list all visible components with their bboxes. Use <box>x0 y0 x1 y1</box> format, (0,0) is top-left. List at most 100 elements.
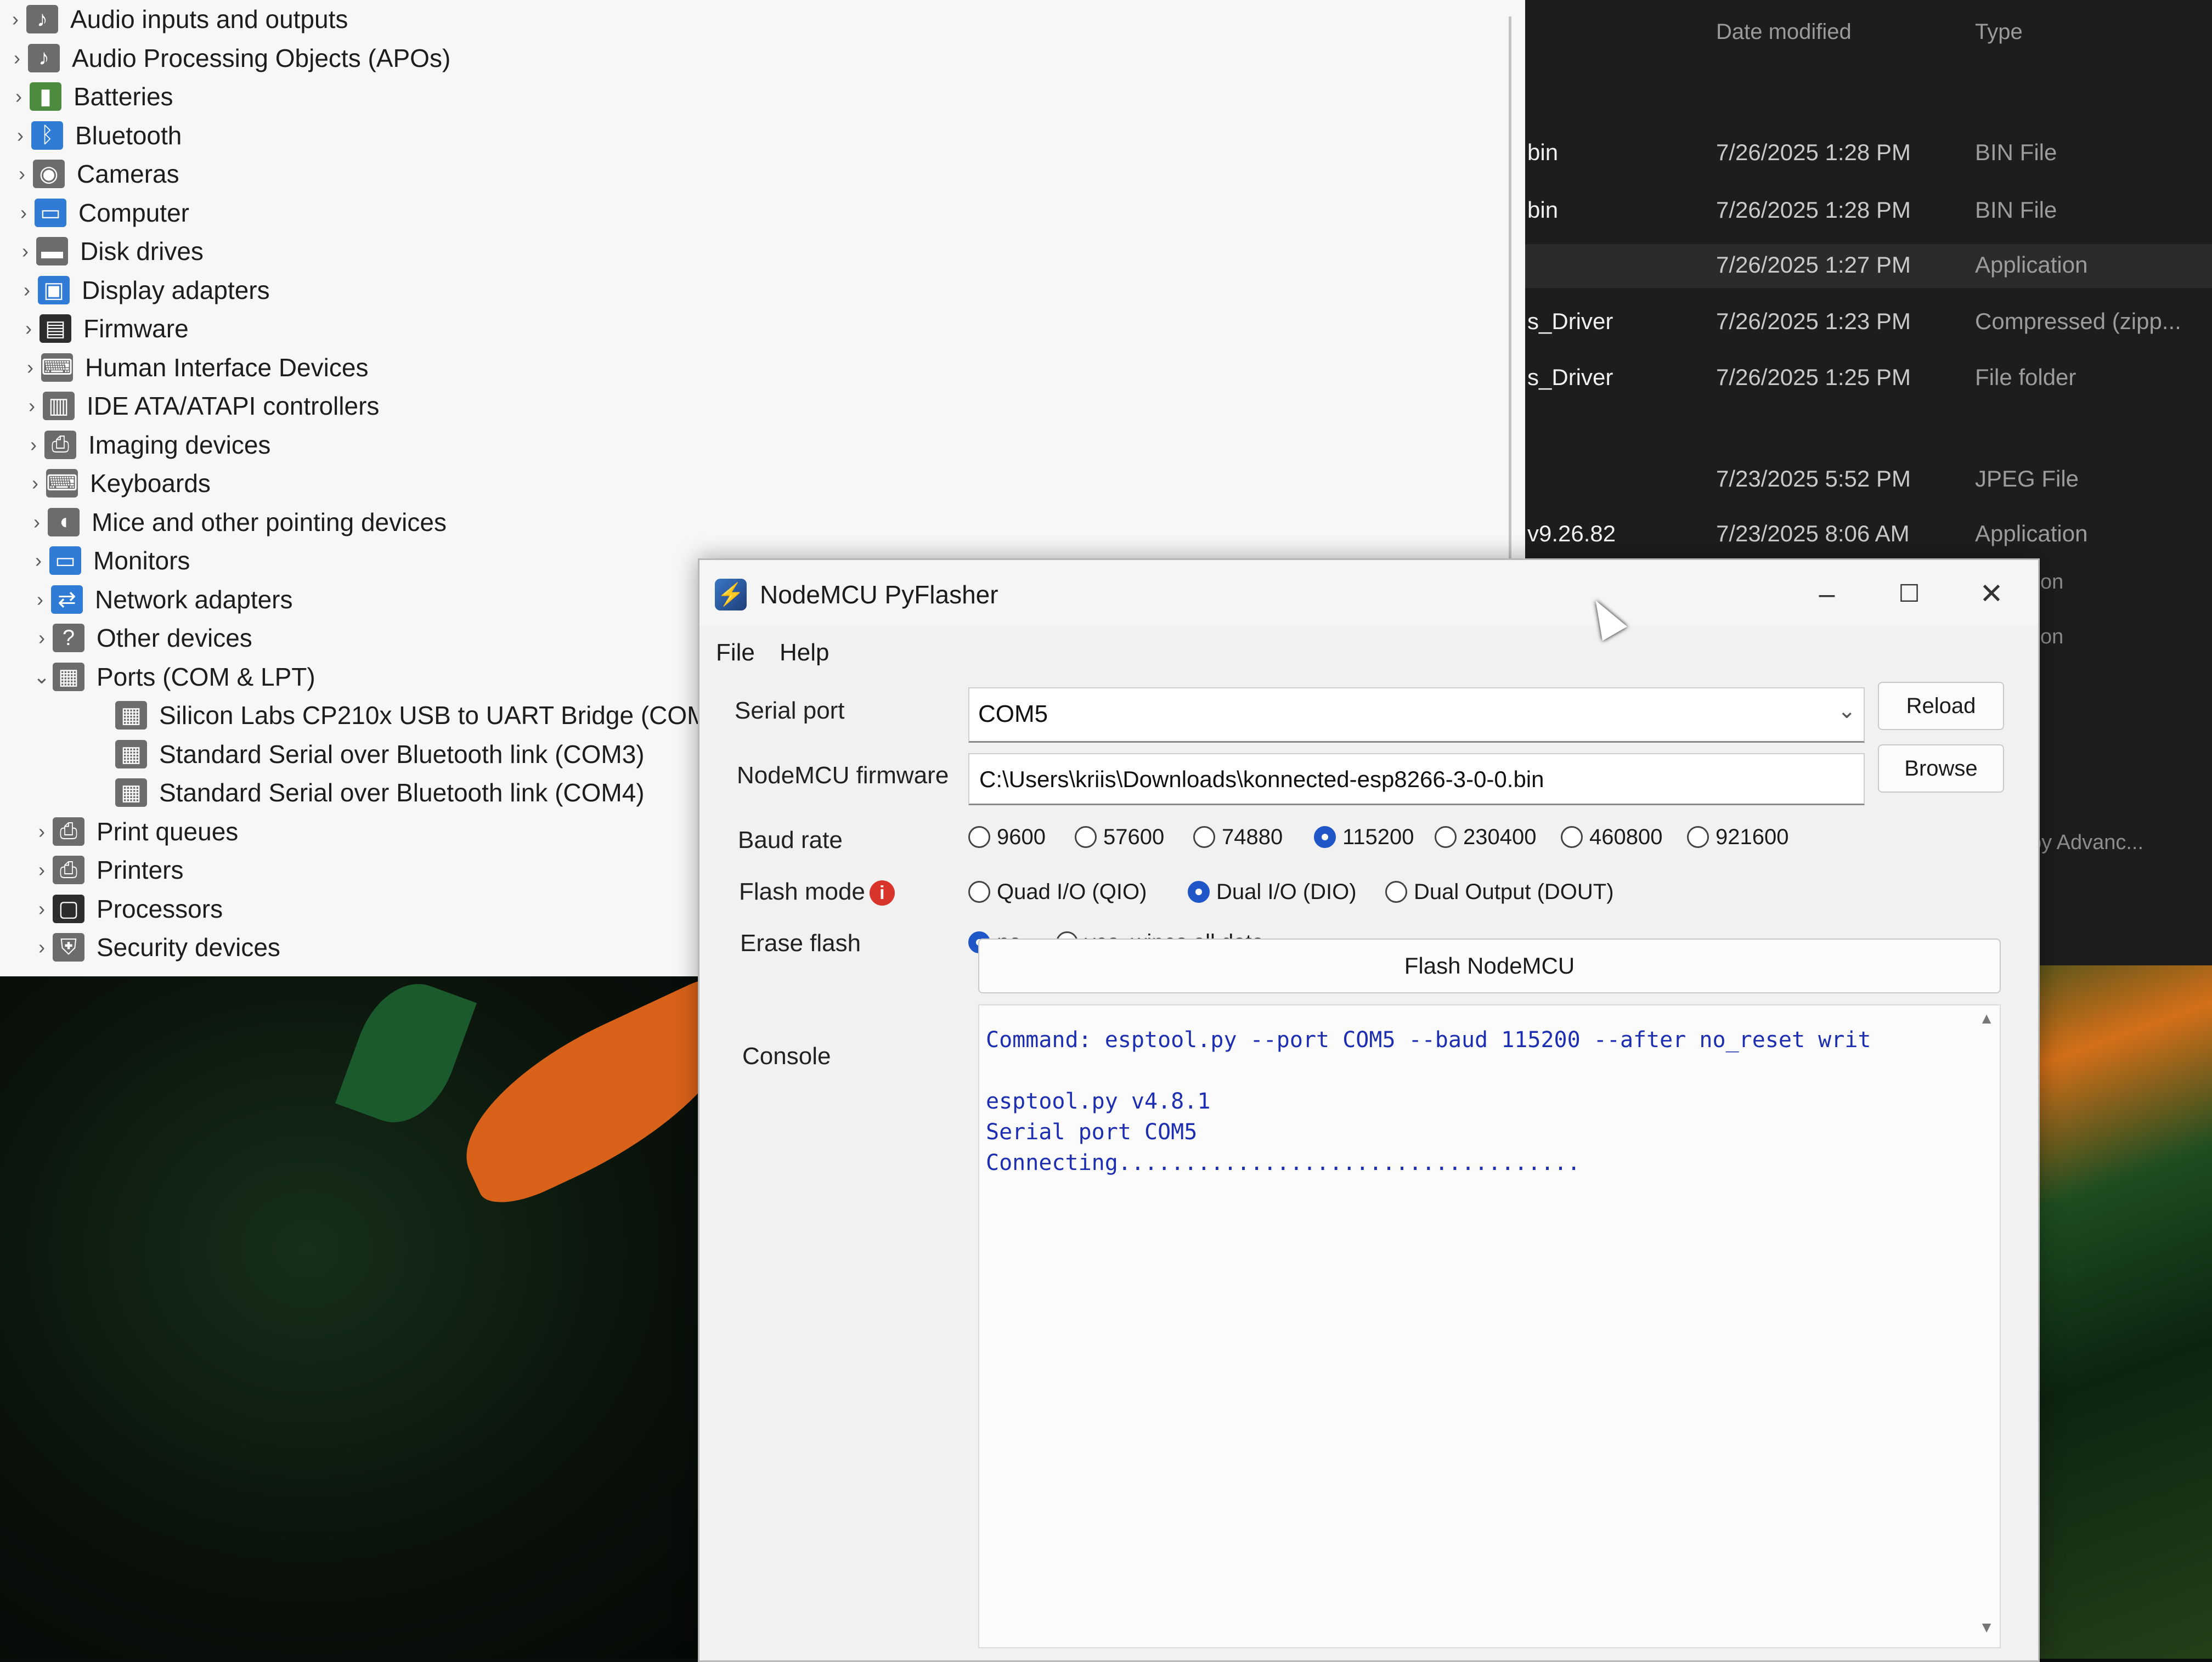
radio-button[interactable] <box>1435 826 1457 848</box>
chevron-right-icon[interactable]: › <box>18 317 40 340</box>
device-category[interactable]: › ⎙ Printers <box>31 851 183 889</box>
device-item[interactable]: ▦ Silicon Labs CP210x USB to UART Bridge … <box>93 696 730 734</box>
scanner-icon: ⎙ <box>44 430 76 459</box>
baud-rate-option-label: 115200 <box>1342 824 1414 849</box>
device-category[interactable]: › ♪ Audio inputs and outputs <box>4 0 348 38</box>
chevron-right-icon[interactable]: › <box>14 240 36 263</box>
chevron-down-icon[interactable]: ⌄ <box>31 665 53 688</box>
scroll-down-icon[interactable]: ▼ <box>1979 1619 1994 1636</box>
chevron-right-icon[interactable]: › <box>16 279 38 302</box>
device-category[interactable]: › ⌨ Human Interface Devices <box>19 348 368 387</box>
column-header-date[interactable]: Date modified <box>1716 20 1852 44</box>
chevron-right-icon[interactable]: › <box>22 433 44 456</box>
baud-rate-option-label: 9600 <box>997 824 1046 849</box>
baud-rate-option[interactable]: 230400 <box>1435 818 1536 856</box>
chevron-right-icon[interactable]: › <box>24 472 46 495</box>
device-label: Display adapters <box>82 275 270 304</box>
chevron-right-icon[interactable]: › <box>31 626 53 649</box>
file-row[interactable]: 7/23/2025 5:52 PM JPEG File <box>1525 458 2212 502</box>
radio-button[interactable] <box>1188 881 1210 903</box>
baud-rate-option[interactable]: 9600 <box>968 818 1046 856</box>
chevron-right-icon[interactable]: › <box>19 356 41 379</box>
chevron-right-icon[interactable]: › <box>31 820 53 843</box>
chevron-right-icon[interactable]: › <box>9 124 31 147</box>
device-item[interactable]: ▦ Standard Serial over Bluetooth link (CO… <box>93 735 645 773</box>
info-icon[interactable]: i <box>869 880 895 906</box>
radio-button[interactable] <box>1075 826 1097 848</box>
device-category[interactable]: › ▥ IDE ATA/ATAPI controllers <box>21 387 379 425</box>
device-category[interactable]: ›? Other devices <box>31 619 252 657</box>
file-row[interactable]: bin 7/26/2025 1:28 PM BIN File <box>1525 132 2212 176</box>
chevron-right-icon[interactable]: › <box>27 549 49 572</box>
firmware-path-field[interactable]: C:\Users\kriis\Downloads\konnected-esp82… <box>968 753 1865 805</box>
firmware-label: NodeMCU firmware <box>737 762 949 789</box>
flash-mode-label: Flash mode i <box>739 878 895 906</box>
menu-file[interactable]: File <box>716 639 755 666</box>
serial-port-dropdown[interactable]: COM5 ⌄ <box>968 687 1865 743</box>
device-category[interactable]: › ♪ Audio Processing Objects (APOs) <box>6 39 450 77</box>
device-category[interactable]: › ⛨ Security devices <box>31 928 280 966</box>
flash-mode-option[interactable]: Dual Output (DOUT) <box>1385 873 1614 911</box>
device-category[interactable]: › ▮ Batteries <box>8 77 173 116</box>
device-category[interactable]: › ⎙ Imaging devices <box>22 426 270 464</box>
column-header-type[interactable]: Type <box>1975 20 2023 44</box>
radio-button[interactable] <box>1687 826 1709 848</box>
device-item[interactable]: ▦ Standard Serial over Bluetooth link (CO… <box>93 773 645 812</box>
console-output[interactable]: Command: esptool.py --port COM5 --baud 1… <box>978 1004 2001 1648</box>
radio-button[interactable] <box>1314 826 1336 848</box>
menu-help[interactable]: Help <box>780 639 830 666</box>
chevron-right-icon[interactable]: › <box>21 394 43 417</box>
maximize-button[interactable]: ☐ <box>1879 572 1939 616</box>
chevron-right-icon[interactable]: › <box>31 897 53 920</box>
device-category[interactable]: › ⇄ Network adapters <box>29 580 293 619</box>
device-category[interactable]: › ▭ Monitors <box>27 541 190 580</box>
device-category[interactable]: › ▢ Processors <box>31 890 223 928</box>
flash-mode-option[interactable]: Dual I/O (DIO) <box>1188 873 1357 911</box>
radio-button[interactable] <box>968 881 990 903</box>
device-category[interactable]: › ⌨ Keyboards <box>24 464 211 502</box>
scroll-up-icon[interactable]: ▲ <box>1979 1010 1994 1027</box>
radio-button[interactable] <box>1193 826 1215 848</box>
file-row[interactable]: s_Driver 7/26/2025 1:25 PM File folder <box>1525 357 2212 400</box>
device-category[interactable]: › ▭ Computer <box>13 194 189 232</box>
file-row[interactable]: bin 7/26/2025 1:28 PM BIN File <box>1525 189 2212 233</box>
browse-button[interactable]: Browse <box>1878 744 2004 793</box>
baud-rate-option[interactable]: 57600 <box>1075 818 1164 856</box>
chevron-right-icon[interactable]: › <box>29 588 51 611</box>
device-category[interactable]: › ▣ Display adapters <box>16 271 270 309</box>
device-category[interactable]: › ▬ Disk drives <box>14 232 204 270</box>
device-category[interactable]: › ◖ Mice and other pointing devices <box>26 503 447 541</box>
baud-rate-option[interactable]: 115200 <box>1314 818 1414 856</box>
chevron-right-icon[interactable]: › <box>11 162 33 185</box>
radio-button[interactable] <box>968 826 990 848</box>
baud-rate-option[interactable]: 74880 <box>1193 818 1283 856</box>
chevron-right-icon[interactable]: › <box>31 858 53 881</box>
radio-button[interactable] <box>1385 881 1407 903</box>
device-category[interactable]: ⌄ ▦ Ports (COM & LPT) <box>31 658 315 696</box>
close-button[interactable]: ✕ <box>1961 572 2022 616</box>
flash-mode-label-text: Flash mode <box>739 878 865 905</box>
flash-mode-option[interactable]: Quad I/O (QIO) <box>968 873 1147 911</box>
device-label: Bluetooth <box>75 121 182 150</box>
device-category[interactable]: › ᛒ Bluetooth <box>9 116 182 155</box>
radio-button[interactable] <box>1561 826 1583 848</box>
baud-rate-option[interactable]: 460800 <box>1561 818 1662 856</box>
chevron-right-icon[interactable]: › <box>26 511 48 534</box>
chevron-right-icon[interactable]: › <box>6 47 28 70</box>
file-row[interactable]: 7/26/2025 1:27 PM Application <box>1525 244 2212 288</box>
flash-nodemcu-button[interactable]: Flash NodeMCU <box>978 939 2001 993</box>
reload-button[interactable]: Reload <box>1878 682 2004 730</box>
chevron-right-icon[interactable]: › <box>13 201 35 224</box>
chevron-right-icon[interactable]: › <box>4 8 26 31</box>
device-category[interactable]: › ⎙ Print queues <box>31 812 238 851</box>
title-bar[interactable]: ⚡ NodeMCU PyFlasher – ☐ ✕ <box>699 560 2038 626</box>
chevron-right-icon[interactable]: › <box>31 936 53 959</box>
device-category[interactable]: › ▤ Firmware <box>18 309 189 348</box>
baud-rate-option[interactable]: 921600 <box>1687 818 1788 856</box>
file-row[interactable]: s_Driver 7/26/2025 1:23 PM Compressed (zip… <box>1525 301 2212 344</box>
minimize-button[interactable]: – <box>1797 572 1857 616</box>
device-category[interactable]: › ◉ Cameras <box>11 155 179 193</box>
chevron-right-icon[interactable]: › <box>8 85 30 108</box>
file-row[interactable]: v9.26.82 7/23/2025 8:06 AM Application <box>1525 513 2212 557</box>
device-label: Batteries <box>74 82 173 111</box>
